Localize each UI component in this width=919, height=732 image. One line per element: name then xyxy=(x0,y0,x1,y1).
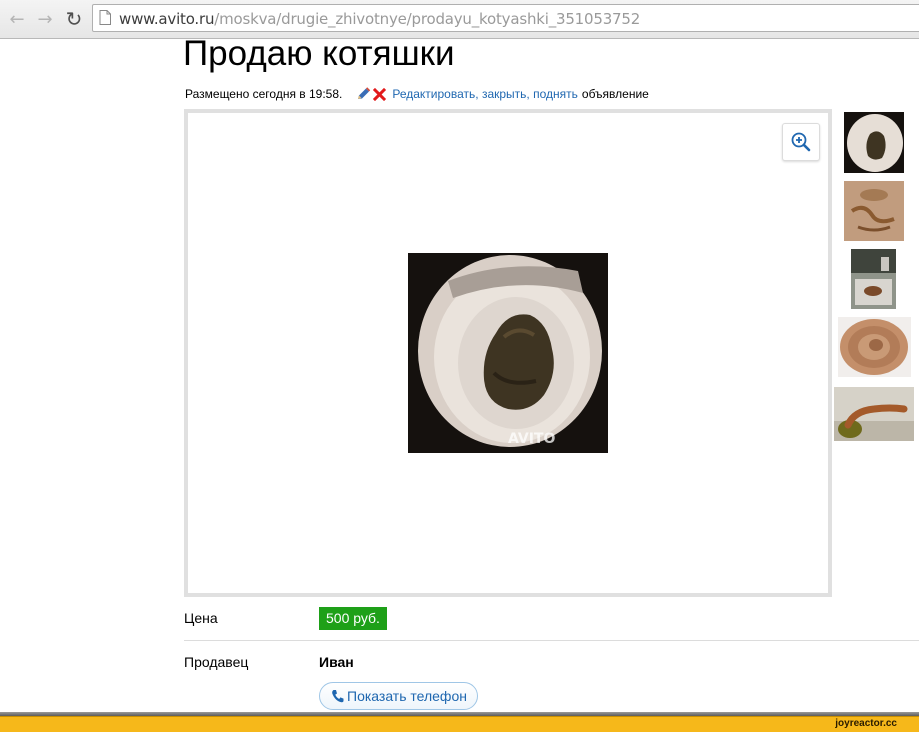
separator-1: , xyxy=(475,87,482,101)
browser-toolbar: ← → ↻ www.avito.ru/moskva/drugie_zhivotn… xyxy=(0,0,919,39)
url-host: www.avito.ru xyxy=(119,10,215,28)
watermark-bar: joyreactor.cc xyxy=(0,716,919,732)
delete-icon[interactable] xyxy=(373,87,387,101)
page-icon xyxy=(99,10,111,25)
main-photo[interactable]: AVITO xyxy=(408,253,608,453)
photo-gallery: AVITO xyxy=(184,109,832,597)
watermark-text: joyreactor.cc xyxy=(835,718,897,729)
actions-suffix: объявление xyxy=(581,87,649,101)
pencil-icon[interactable] xyxy=(356,87,371,101)
seller-label: Продавец xyxy=(184,654,249,670)
reload-icon[interactable]: ↻ xyxy=(62,7,86,31)
zoom-button[interactable] xyxy=(782,123,820,161)
photo-watermark: AVITO xyxy=(508,431,555,447)
listing-title: Продаю котяшки xyxy=(183,34,455,73)
thumbnail-4[interactable] xyxy=(838,317,911,377)
show-phone-label: Показать телефон xyxy=(347,688,467,704)
thumbnail-1[interactable] xyxy=(844,112,904,173)
zoom-in-icon xyxy=(791,132,811,152)
phone-icon xyxy=(332,690,344,703)
divider xyxy=(184,640,919,641)
listing-meta: Размещено сегодня в 19:58. Редактировать… xyxy=(185,87,649,101)
seller-name: Иван xyxy=(319,654,354,670)
price-badge: 500 руб. xyxy=(319,607,387,630)
thumbnail-5[interactable] xyxy=(834,387,914,441)
thumbnail-3[interactable] xyxy=(851,249,896,309)
address-bar[interactable]: www.avito.ru/moskva/drugie_zhivotnye/pro… xyxy=(92,4,919,32)
show-phone-button[interactable]: Показать телефон xyxy=(319,682,478,710)
url-path: /moskva/drugie_zhivotnye/prodayu_kotyash… xyxy=(214,10,641,28)
thumbnail-2[interactable] xyxy=(844,181,904,241)
price-label: Цена xyxy=(184,610,218,626)
edit-link[interactable]: Редактировать xyxy=(392,87,475,101)
raise-link[interactable]: поднять xyxy=(533,87,578,101)
url-text: www.avito.ru/moskva/drugie_zhivotnye/pro… xyxy=(119,10,640,28)
back-arrow-icon[interactable]: ← xyxy=(5,7,29,31)
posted-date: Размещено сегодня в 19:58. xyxy=(185,87,343,101)
forward-arrow-icon[interactable]: → xyxy=(33,7,57,31)
close-link[interactable]: закрыть xyxy=(482,87,526,101)
